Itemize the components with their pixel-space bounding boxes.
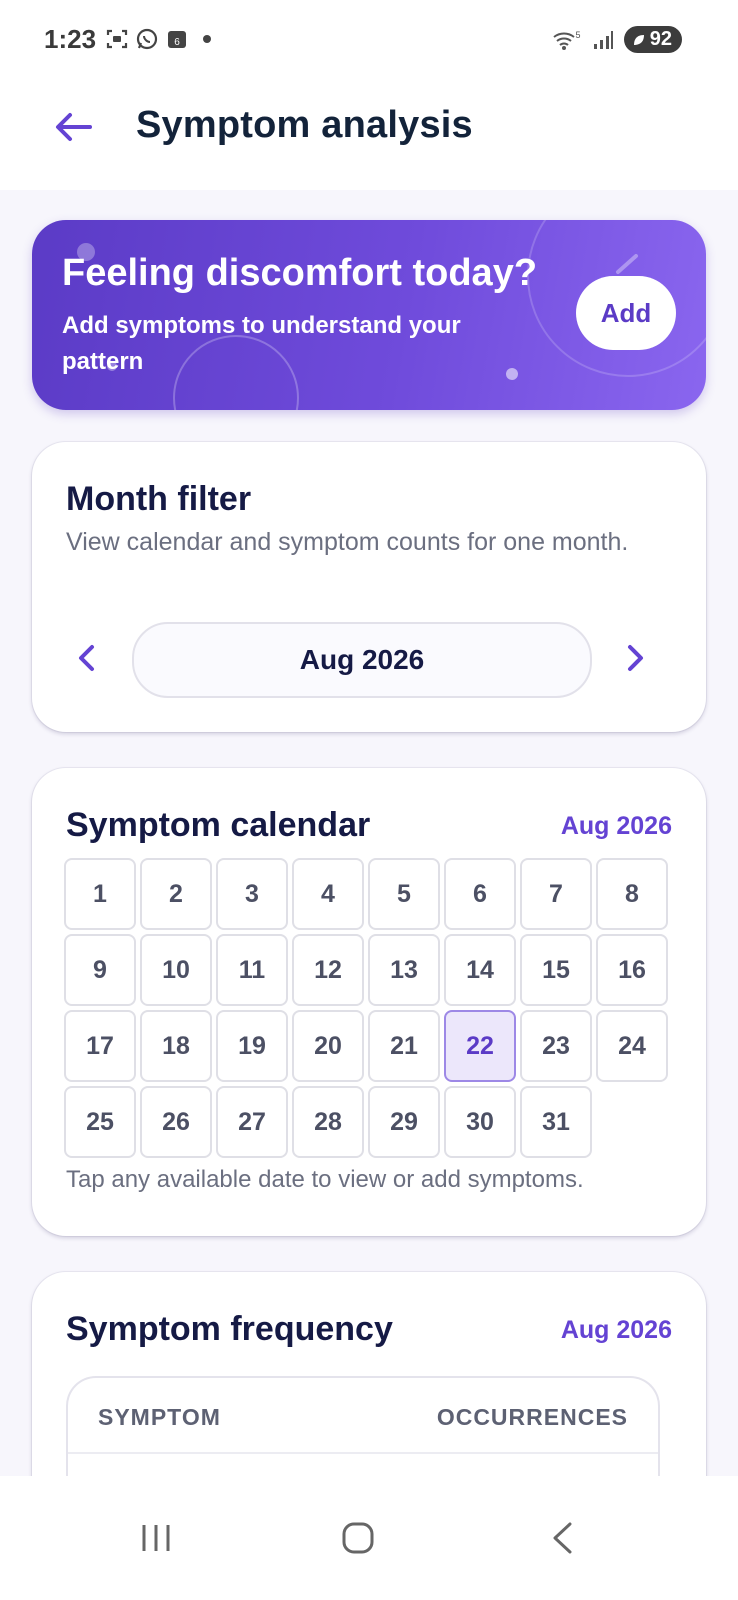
banner-subtitle: Add symptoms to understand your pattern: [62, 312, 461, 375]
calendar-day[interactable]: 2: [140, 858, 212, 930]
calendar-day[interactable]: 23: [520, 1010, 592, 1082]
signal-icon: [592, 29, 614, 51]
calendar-day[interactable]: 10: [140, 934, 212, 1006]
calendar-day[interactable]: 22: [444, 1010, 516, 1082]
calendar-day[interactable]: 30: [444, 1086, 516, 1158]
symptom-calendar-card: Symptom calendar Aug 2026 1 2 3 4 5 6 7 8 9 10 11 1…: [32, 768, 706, 1236]
calendar-day[interactable]: 4: [292, 858, 364, 930]
calendar-day[interactable]: 9: [64, 934, 136, 1006]
calendar-day[interactable]: 26: [140, 1086, 212, 1158]
calendar-day[interactable]: 5: [368, 858, 440, 930]
calendar-grid: 1 2 3 4 5 6 7 8 9 10 11 12 13 14 15 16 17 18 19 20 21 22 23 24 2…: [64, 858, 668, 1158]
calendar-day[interactable]: 16: [596, 934, 668, 1006]
recent-apps-button[interactable]: [126, 1508, 186, 1568]
month-filter-title: Month filter: [66, 480, 252, 518]
calendar-day[interactable]: 28: [292, 1086, 364, 1158]
month-filter-card: Month filter View calendar and symptom c…: [32, 442, 706, 732]
calendar-icon: 6: [166, 28, 188, 50]
back-icon: [553, 1522, 572, 1554]
calendar-day[interactable]: 13: [368, 934, 440, 1006]
column-header-symptom: SYMPTOM: [98, 1404, 221, 1430]
recent-apps-icon: [142, 1525, 170, 1551]
calendar-day[interactable]: 3: [216, 858, 288, 930]
calendar-day[interactable]: 20: [292, 1010, 364, 1082]
home-icon: [342, 1522, 374, 1554]
page-title: Symptom analysis: [136, 104, 473, 146]
frequency-month-label: Aug 2026: [560, 1316, 672, 1344]
calendar-day[interactable]: 7: [520, 858, 592, 930]
calendar-day[interactable]: 18: [140, 1010, 212, 1082]
chevron-left-icon: [79, 645, 94, 671]
system-back-button[interactable]: [532, 1508, 592, 1568]
calendar-day[interactable]: 6: [444, 858, 516, 930]
chevron-right-icon: [628, 645, 643, 671]
wifi-icon: 5: [552, 29, 582, 51]
calendar-day[interactable]: 14: [444, 934, 516, 1006]
next-month-button[interactable]: [616, 638, 656, 678]
add-symptom-button[interactable]: Add: [576, 276, 676, 350]
calendar-day[interactable]: 21: [368, 1010, 440, 1082]
banner-title: Feeling discomfort today?: [62, 252, 538, 294]
whatsapp-icon: [136, 28, 158, 50]
status-right-icons: 5 92: [552, 26, 682, 53]
status-bar: 1:23 6 5 92: [0, 0, 738, 84]
calendar-day[interactable]: 8: [596, 858, 668, 930]
home-button[interactable]: [328, 1508, 388, 1568]
calendar-day[interactable]: 24: [596, 1010, 668, 1082]
calendar-day[interactable]: 27: [216, 1086, 288, 1158]
table-header-divider: [68, 1452, 658, 1454]
battery-level: 92: [649, 28, 672, 50]
battery-indicator: 92: [623, 26, 682, 53]
calendar-hint: Tap any available date to view or add sy…: [66, 1166, 584, 1193]
calendar-day[interactable]: 17: [64, 1010, 136, 1082]
app-bar: Symptom analysis: [0, 84, 738, 190]
calendar-month-label: Aug 2026: [560, 812, 672, 840]
calendar-day[interactable]: 12: [292, 934, 364, 1006]
calendar-day[interactable]: 11: [216, 934, 288, 1006]
add-symptom-banner: Feeling discomfort today? Add symptoms t…: [32, 220, 706, 410]
leaf-icon: [633, 34, 644, 45]
column-header-occurrences: OCCURRENCES: [436, 1404, 628, 1430]
previous-month-button[interactable]: [66, 638, 106, 678]
month-filter-subtitle: View calendar and symptom counts for one…: [66, 528, 629, 556]
calendar-day[interactable]: 19: [216, 1010, 288, 1082]
month-selector[interactable]: Aug 2026: [132, 622, 592, 698]
dot-icon: [196, 28, 218, 50]
screenshot-icon: [106, 28, 128, 50]
wifi-label: 5: [575, 30, 580, 40]
status-time: 1:23: [44, 24, 97, 54]
calendar-day[interactable]: 25: [64, 1086, 136, 1158]
calendar-title: Symptom calendar: [66, 806, 371, 844]
back-button[interactable]: [50, 104, 96, 150]
calendar-day[interactable]: 1: [64, 858, 136, 930]
arrow-left-icon: [56, 113, 92, 141]
status-left-icons: 6: [106, 28, 218, 50]
calendar-day[interactable]: 29: [368, 1086, 440, 1158]
calendar-badge: 6: [174, 37, 180, 48]
frequency-title: Symptom frequency: [66, 1310, 393, 1348]
calendar-day[interactable]: 15: [520, 934, 592, 1006]
system-nav-bar: [0, 1476, 738, 1600]
calendar-day[interactable]: 31: [520, 1086, 592, 1158]
